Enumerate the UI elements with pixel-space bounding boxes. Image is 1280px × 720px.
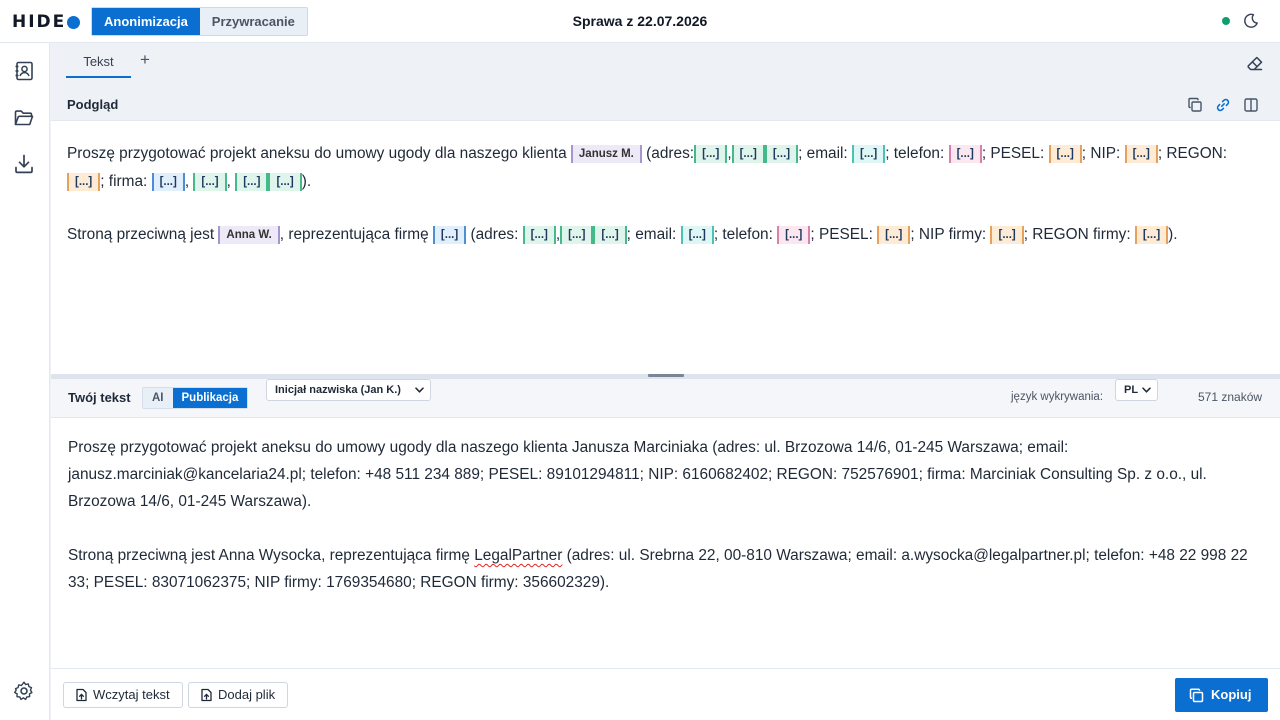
add-file-label: Dodaj plik xyxy=(218,687,276,702)
top-bar: HIDE Anonimizacja Przywracanie Sprawa z … xyxy=(0,0,1280,43)
preview-text: ; telefon: xyxy=(885,145,945,162)
your-text-editor[interactable]: Proszę przygotować projekt aneksu do umo… xyxy=(51,418,1280,668)
anonymized-address-token[interactable]: [...] xyxy=(593,226,627,244)
theme-moon-icon[interactable] xyxy=(1243,13,1259,29)
preview-text: ; email: xyxy=(798,145,848,162)
split-view-icon[interactable] xyxy=(1243,97,1259,113)
mode-ai-button[interactable]: AI xyxy=(143,388,173,408)
preview-text: ; PESEL: xyxy=(981,145,1045,162)
surname-format-value: Inicjał nazwiska (Jan K.) xyxy=(275,384,401,396)
document-tabs: Tekst + xyxy=(51,43,1280,89)
preview-text: ; PESEL: xyxy=(810,226,873,243)
folder-icon[interactable] xyxy=(13,107,35,129)
preview-header: Podgląd xyxy=(51,89,1280,121)
contacts-icon[interactable] xyxy=(13,60,35,82)
preview-text: ; NIP firmy: xyxy=(910,226,987,243)
chevron-down-icon xyxy=(1142,387,1151,393)
preview-text: ; NIP: xyxy=(1081,145,1121,162)
preview-text: ; REGON: xyxy=(1157,145,1228,162)
detection-language-value: PL xyxy=(1124,384,1139,396)
settings-gear-icon[interactable] xyxy=(13,680,35,702)
anonymized-email-token[interactable]: [...] xyxy=(851,145,886,163)
file-upload-icon xyxy=(76,688,87,702)
source-text: Stroną przeciwną jest Anna Wysocka, repr… xyxy=(68,547,475,564)
anonymized-name-token[interactable]: Janusz M. xyxy=(570,145,642,163)
preview-text: ; telefon: xyxy=(713,226,773,243)
copy-icon xyxy=(1189,688,1204,703)
anonymized-nip-token[interactable]: [...] xyxy=(1124,145,1158,163)
load-text-label: Wczytaj tekst xyxy=(93,687,170,702)
preview-text: Stroną przeciwną jest xyxy=(67,226,215,243)
preview-text: ; REGON firmy: xyxy=(1023,226,1131,243)
anonymized-name-token[interactable]: Anna W. xyxy=(218,226,280,244)
copy-button[interactable]: Kopiuj xyxy=(1175,678,1268,712)
splitter-handle[interactable] xyxy=(648,374,684,377)
character-count: 571 znaków xyxy=(1198,390,1263,404)
anonymized-pesel-token[interactable]: [...] xyxy=(877,226,911,244)
anonymized-nip-token[interactable]: [...] xyxy=(990,226,1024,244)
add-file-button[interactable]: Dodaj plik xyxy=(188,682,288,708)
link-icon[interactable] xyxy=(1215,97,1231,113)
anonymized-address-token[interactable]: [...] xyxy=(764,145,799,163)
anonymized-regon-token[interactable]: [...] xyxy=(67,173,101,191)
chevron-down-icon xyxy=(415,387,424,393)
mode-switch: Anonimizacja Przywracanie xyxy=(91,7,308,36)
preview-title: Podgląd xyxy=(67,97,119,112)
anonymized-address-token[interactable]: [...] xyxy=(193,173,227,191)
anonymized-address-token[interactable]: [...] xyxy=(560,226,594,244)
add-tab-button[interactable]: + xyxy=(140,51,150,69)
preview-text: ; email: xyxy=(626,226,677,243)
your-text-title: Twój tekst xyxy=(68,390,131,405)
preview-paragraph: Proszę przygotować projekt aneksu do umo… xyxy=(67,140,1264,196)
copy-label: Kopiuj xyxy=(1211,687,1252,702)
anonymized-regon-token[interactable]: [...] xyxy=(1134,226,1169,244)
anonymized-company-token[interactable]: [...] xyxy=(432,226,467,244)
source-paragraph: Stroną przeciwną jest Anna Wysocka, repr… xyxy=(68,542,1264,596)
your-text-header: Twój tekst AI Publikacja Inicjał nazwisk… xyxy=(51,379,1280,418)
app-logo: HIDE xyxy=(12,12,81,32)
anonymized-address-token[interactable]: [...] xyxy=(235,173,269,191)
spellcheck-flagged-word[interactable]: LegalPartner xyxy=(474,547,562,564)
anonymized-email-token[interactable]: [...] xyxy=(680,226,714,244)
anonymized-phone-token[interactable]: [...] xyxy=(777,226,811,244)
mode-restore-button[interactable]: Przywracanie xyxy=(200,8,307,35)
anonymized-company-token[interactable]: [...] xyxy=(151,173,185,191)
mode-publication-button[interactable]: Publikacja xyxy=(172,388,248,408)
anonymized-address-token[interactable]: [...] xyxy=(268,173,302,191)
preview-text: ; firma: xyxy=(100,173,148,190)
load-text-button[interactable]: Wczytaj tekst xyxy=(63,682,183,708)
anonymized-address-token[interactable]: [...] xyxy=(731,145,765,163)
copy-icon[interactable] xyxy=(1187,97,1203,113)
detection-language-select[interactable]: PL xyxy=(1115,379,1158,401)
preview-body: Proszę przygotować projekt aneksu do umo… xyxy=(51,121,1280,374)
preview-text: , xyxy=(184,173,190,190)
preview-text: Proszę przygotować projekt aneksu do umo… xyxy=(67,145,567,162)
status-indicator xyxy=(1222,17,1230,25)
download-icon[interactable] xyxy=(13,153,35,175)
preview-text: (adres: xyxy=(470,226,519,243)
file-upload-icon xyxy=(201,688,212,702)
eraser-icon[interactable] xyxy=(1246,55,1264,73)
preview-text: ). xyxy=(1168,226,1178,243)
anonymized-pesel-token[interactable]: [...] xyxy=(1048,145,1082,163)
tab-text[interactable]: Tekst xyxy=(66,53,131,78)
preview-text: , reprezentująca firmę xyxy=(279,226,429,243)
source-paragraph: Proszę przygotować projekt aneksu do umo… xyxy=(68,439,1207,510)
mode-anonymize-button[interactable]: Anonimizacja xyxy=(92,8,200,35)
logo-dot-icon xyxy=(67,15,81,29)
detection-language-label: język wykrywania: xyxy=(1011,391,1104,403)
preview-text: ). xyxy=(301,173,312,190)
anonymized-address-token[interactable]: [...] xyxy=(694,145,728,163)
left-sidebar xyxy=(0,43,50,720)
preview-text: , xyxy=(226,173,231,190)
output-mode-switch: AI Publikacja xyxy=(142,387,249,409)
preview-paragraph: Stroną przeciwną jest Anna W., reprezent… xyxy=(67,221,1264,249)
bottom-action-bar: Wczytaj tekst Dodaj plik Kopiuj xyxy=(51,668,1280,720)
anonymized-phone-token[interactable]: [...] xyxy=(948,145,982,163)
anonymized-address-token[interactable]: [...] xyxy=(522,226,556,244)
preview-text: (adres: xyxy=(646,145,695,162)
surname-format-select[interactable]: Inicjał nazwiska (Jan K.) xyxy=(266,379,431,401)
